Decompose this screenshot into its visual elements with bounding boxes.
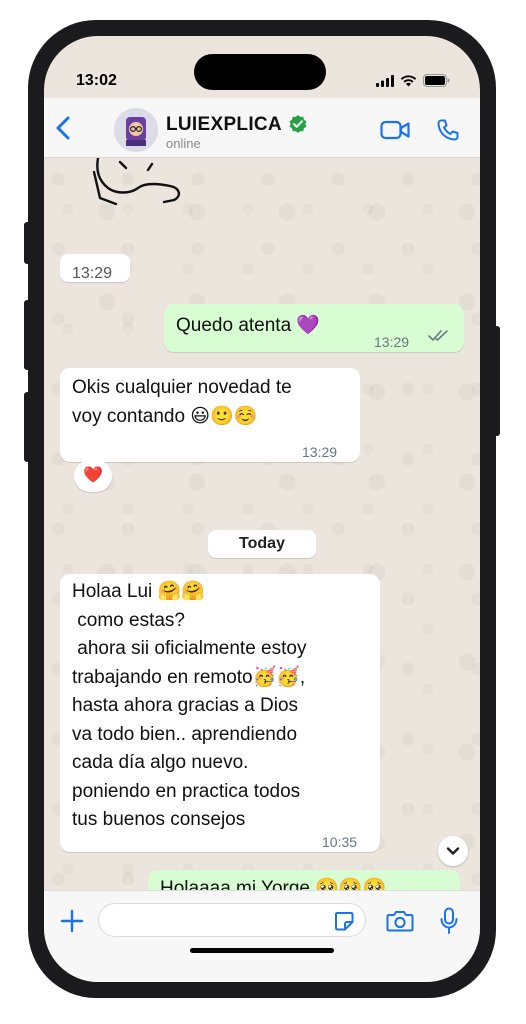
- message-line: como estas?: [72, 609, 185, 631]
- plus-icon[interactable]: [60, 909, 84, 933]
- message-time: 13:29: [374, 334, 410, 350]
- message-line: hasta ahora gracias a Dios: [72, 695, 299, 716]
- chat-area[interactable]: 13:29 Quedo atenta 💜 13:29 Okis cualquie…: [44, 158, 480, 890]
- chat-header: LUIEXPLICA online: [44, 98, 480, 158]
- message-line: Holaa Lui 🤗🤗: [72, 581, 205, 602]
- avatar[interactable]: [114, 108, 158, 152]
- message-line: voy contando 😃🙂☺️: [72, 405, 258, 427]
- contact-name[interactable]: LUIEXPLICA: [166, 114, 282, 136]
- avatar-image: [114, 108, 158, 152]
- message-line: Okis cualquier novedad te: [72, 377, 292, 398]
- scroll-to-bottom-button[interactable]: [438, 836, 468, 866]
- sticker-message[interactable]: [90, 158, 190, 208]
- message-time: 13:29: [72, 265, 113, 282]
- status-time: 13:02: [76, 72, 117, 89]
- phone-call-icon[interactable]: [436, 118, 460, 142]
- microphone-icon[interactable]: [440, 907, 458, 935]
- back-chevron-icon[interactable]: [54, 116, 74, 140]
- message-bubble-incoming[interactable]: Okis cualquier novedad te voy contando 😃…: [60, 368, 360, 462]
- camera-icon[interactable]: [386, 909, 414, 933]
- phone-action-button: [24, 222, 30, 264]
- message-bubble-outgoing[interactable]: Holaaaa mi Yorge 🥺🥺🥺: [148, 870, 460, 890]
- status-icons: [376, 74, 450, 87]
- contact-status: online: [166, 136, 201, 151]
- message-bubble-incoming[interactable]: Holaa Lui 🤗🤗 como estas? ahora sii ofici…: [60, 574, 380, 852]
- home-indicator: [190, 948, 334, 953]
- message-time: 13:29: [302, 444, 338, 460]
- message-line: cada día algo nuevo.: [72, 752, 249, 773]
- battery-icon: [423, 74, 450, 87]
- message-line: poniendo en practica todos: [72, 780, 301, 802]
- sticker-icon[interactable]: [334, 911, 354, 931]
- message-text: Quedo atenta 💜: [176, 315, 321, 336]
- message-input-bar: [44, 890, 480, 982]
- message-time: 10:35: [322, 834, 358, 850]
- video-call-icon[interactable]: [380, 120, 410, 140]
- message-input[interactable]: [98, 903, 366, 937]
- phone-screen: 13:02 LUIEXPLICA online 13:29 Quedo aten…: [44, 36, 480, 982]
- heart-icon[interactable]: ❤️: [74, 460, 112, 492]
- phone-volume-up-button: [24, 300, 30, 370]
- chevron-down-icon: [446, 847, 460, 855]
- message-line: va todo bien.. aprendiendo: [72, 723, 298, 745]
- day-separator: Today: [208, 530, 316, 558]
- signal-icon: [376, 74, 394, 87]
- double-check-icon: [428, 330, 448, 342]
- message-bubble-outgoing[interactable]: Quedo atenta 💜 13:29: [164, 304, 464, 352]
- message-line: tus buenos consejos: [72, 809, 246, 830]
- message-text: Holaaaa mi Yorge 🥺🥺🥺: [160, 878, 387, 890]
- phone-power-button: [494, 326, 500, 436]
- message-line: ahora sii oficialmente estoy: [72, 638, 307, 659]
- message-line: trabajando en remoto🥳🥳,: [72, 666, 306, 688]
- dynamic-island: [194, 54, 326, 90]
- message-time-chip: 13:29: [60, 254, 130, 282]
- wifi-icon: [400, 74, 417, 86]
- verified-badge-icon: [289, 115, 307, 133]
- phone-volume-down-button: [24, 392, 30, 462]
